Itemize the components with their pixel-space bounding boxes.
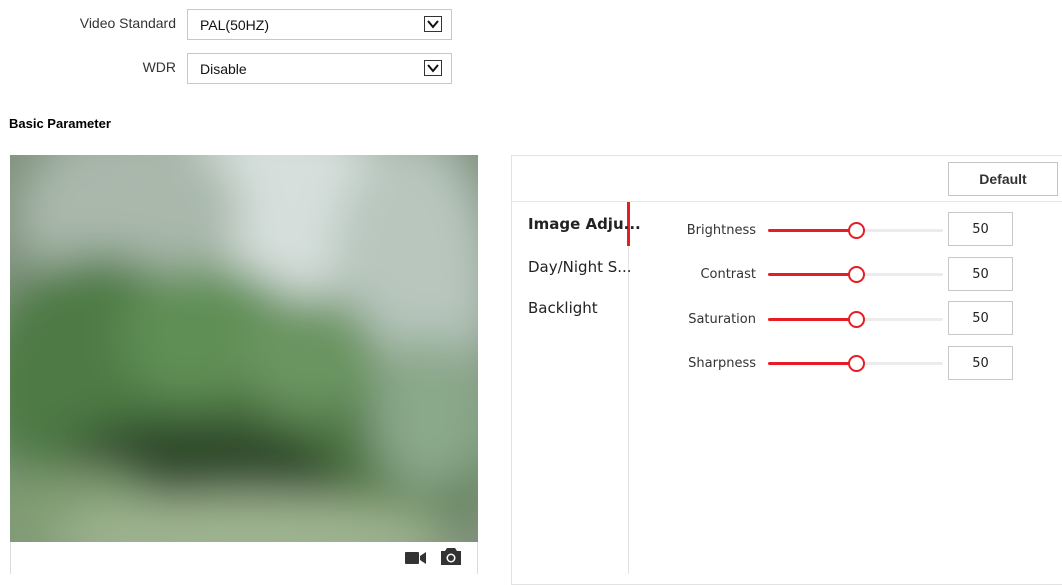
brightness-slider-handle[interactable] (847, 222, 865, 239)
saturation-input[interactable] (948, 301, 1013, 335)
section-title: Basic Parameter (9, 116, 111, 131)
tab-day-night-switch[interactable]: Day/Night S... (528, 258, 632, 276)
contrast-slider-fill (768, 273, 856, 276)
live-preview (10, 155, 478, 542)
saturation-label: Saturation (688, 312, 756, 327)
contrast-slider-handle[interactable] (847, 266, 865, 283)
default-button[interactable]: Default (948, 162, 1058, 196)
sharpness-input[interactable] (948, 346, 1013, 380)
chevron-down-icon[interactable] (424, 16, 442, 32)
brightness-input[interactable] (948, 212, 1013, 246)
brightness-label: Brightness (686, 223, 756, 238)
video-standard-value: PAL(50HZ) (200, 17, 269, 33)
sharpness-slider-handle[interactable] (847, 355, 865, 372)
saturation-slider-handle[interactable] (847, 311, 865, 328)
preview-image (10, 155, 478, 542)
panel-divider (511, 201, 1062, 202)
sharpness-slider-fill (768, 362, 856, 365)
contrast-input[interactable] (948, 257, 1013, 291)
tab-image-adjustment[interactable]: Image Adju... (528, 215, 641, 233)
brightness-slider-fill (768, 229, 856, 232)
wdr-label: WDR (142, 59, 176, 75)
video-standard-label: Video Standard (79, 15, 176, 31)
wdr-value: Disable (200, 61, 247, 77)
wdr-select[interactable]: Disable (187, 53, 452, 84)
video-camera-icon[interactable] (405, 551, 427, 570)
sharpness-label: Sharpness (688, 356, 756, 371)
camera-snapshot-icon[interactable] (440, 547, 462, 571)
contrast-label: Contrast (700, 267, 756, 282)
chevron-down-icon[interactable] (424, 60, 442, 76)
tab-backlight[interactable]: Backlight (528, 299, 598, 317)
sharpness-slider[interactable] (768, 355, 943, 372)
preview-toolbar (10, 542, 478, 574)
video-standard-select[interactable]: PAL(50HZ) (187, 9, 452, 40)
saturation-slider[interactable] (768, 311, 943, 328)
brightness-slider[interactable] (768, 222, 943, 239)
contrast-slider[interactable] (768, 266, 943, 283)
saturation-slider-fill (768, 318, 856, 321)
